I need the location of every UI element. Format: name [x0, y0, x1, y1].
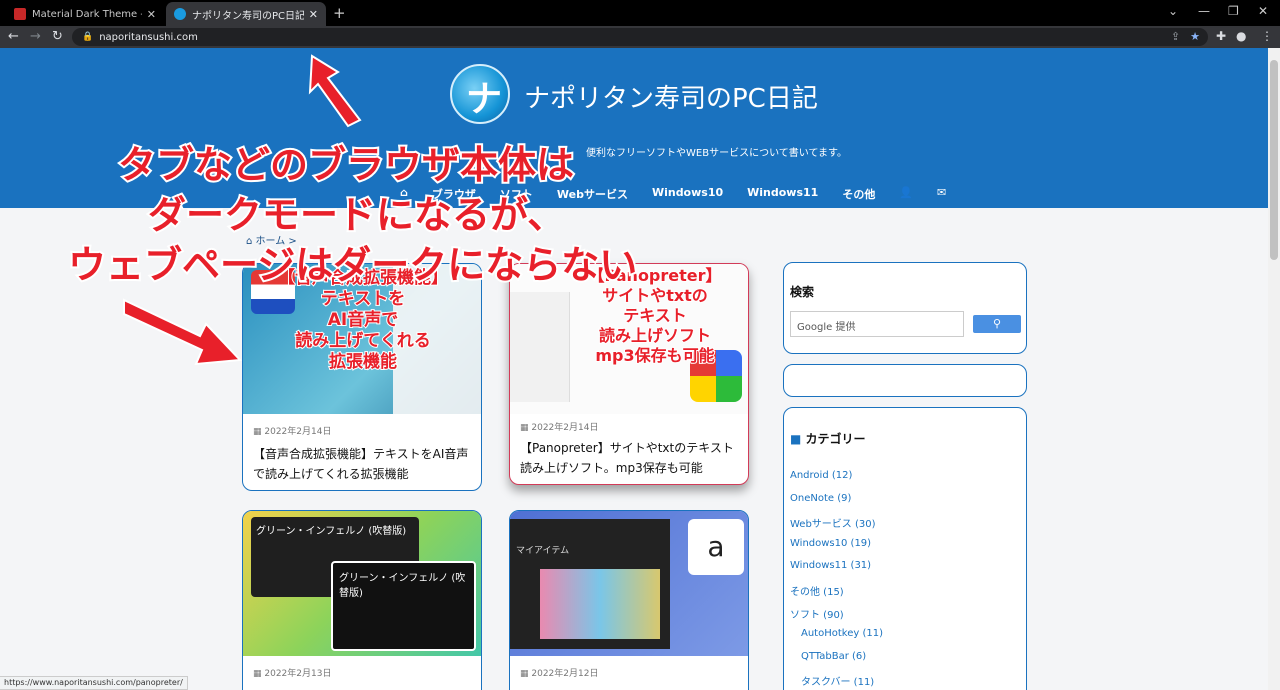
close-window-icon[interactable]: ✕ — [1258, 4, 1268, 18]
tab-material-dark[interactable]: Material Dark Theme - Dark Chro ✕ — [6, 2, 164, 26]
category-widget: ■ カテゴリー Android (12) OneNote (9) Webサービス (… — [783, 407, 1027, 690]
annotation-line-1: タブなどのブラウザ本体は — [116, 141, 576, 189]
search-button[interactable]: ⚲ — [973, 315, 1021, 333]
bookmark-star-icon[interactable]: ★ — [1190, 30, 1200, 43]
overlay-line: AI音声で — [327, 309, 399, 331]
browser-tab-strip: Material Dark Theme - Dark Chro ✕ ナポリタン寿… — [0, 0, 1280, 26]
tab-close-icon[interactable]: ✕ — [309, 8, 318, 21]
annotation-line-2: ダークモードになるが、 — [146, 191, 567, 239]
tab-napori[interactable]: ナポリタン寿司のPC日記 | パソコン初 ✕ — [166, 2, 326, 26]
article-card-3[interactable]: グリーン・インフェルノ (吹替版) グリーン・インフェルノ (吹替版) ▦ 20… — [242, 510, 482, 690]
tab-title: ナポリタン寿司のPC日記 | パソコン初 — [192, 10, 304, 22]
blank-widget — [783, 364, 1027, 397]
overlay-line: サイトやtxtの — [601, 285, 709, 306]
overlay-line: 読み上げソフト — [598, 325, 712, 346]
tab-search-icon[interactable]: ⌄ — [1168, 4, 1178, 18]
forward-icon[interactable]: → — [30, 29, 41, 44]
minimize-icon[interactable]: — — [1198, 4, 1210, 18]
site-logo[interactable]: ナ — [450, 64, 510, 124]
tab-close-icon[interactable]: ✕ — [147, 8, 156, 21]
search-input[interactable]: Google 提供 — [790, 311, 964, 337]
nav-item-other[interactable]: その他 — [842, 186, 875, 202]
extensions-icon[interactable]: ✚ — [1216, 29, 1226, 43]
menu-kebab-icon[interactable]: ⋮ — [1261, 29, 1273, 43]
red-arrow-up-icon — [308, 54, 362, 128]
card-thumbnail[interactable]: グリーン・インフェルノ (吹替版) グリーン・インフェルノ (吹替版) — [243, 511, 481, 656]
restore-icon[interactable]: ❐ — [1228, 4, 1239, 18]
nav-contact-icon[interactable]: ✉ — [937, 186, 946, 202]
back-icon[interactable]: ← — [8, 29, 19, 44]
category-link[interactable]: Windows10 (19) — [790, 538, 871, 549]
overlay-line: 読み上げてくれる — [294, 330, 432, 352]
card-title[interactable]: 【Panopreter】サイトやtxtのテキスト読み上げソフト。mp3保存も可能 — [520, 438, 745, 478]
category-link[interactable]: Webサービス (30) — [790, 515, 876, 530]
nav-profile-icon[interactable]: 👤 — [899, 186, 913, 202]
annotation-line-3: ウェブページはダークにならない — [66, 241, 639, 289]
overlay-line: 拡張機能 — [328, 351, 398, 373]
site-tagline: 便利なフリーソフトやWEBサービスについて書いてます。 — [586, 148, 847, 159]
card-thumbnail[interactable]: マイアイテム a — [510, 511, 748, 656]
tab-title: Material Dark Theme - Dark Chro — [32, 8, 142, 20]
screen-panel-zoom: グリーン・インフェルノ (吹替版) — [331, 561, 476, 651]
article-card-4[interactable]: マイアイテム a ▦ 2022年2月12日 — [509, 510, 749, 690]
category-link[interactable]: ソフト (90) — [790, 606, 844, 621]
page-viewport: ナ ナポリタン寿司のPC日記 便利なフリーソフトやWEBサービスについて書いてま… — [0, 48, 1268, 690]
nav-item-windows11[interactable]: Windows11 — [747, 186, 818, 202]
card-date: ▦ 2022年2月13日 — [253, 669, 332, 679]
card-date: ▦ 2022年2月12日 — [520, 669, 599, 679]
category-link[interactable]: AutoHotkey (11) — [801, 628, 883, 639]
category-link[interactable]: OneNote (9) — [790, 493, 851, 504]
reload-icon[interactable]: ↻ — [52, 29, 63, 44]
new-tab-icon[interactable]: + — [333, 4, 346, 22]
search-widget: 検索 Google 提供 ⚲ — [783, 262, 1027, 354]
article-card-1[interactable]: 【音声合成拡張機能】 テキストを AI音声で 読み上げてくれる 拡張機能 ▦ 2… — [242, 263, 482, 491]
lock-icon: 🔒 — [82, 32, 94, 42]
category-link[interactable]: その他 (15) — [790, 583, 844, 598]
article-card-2[interactable]: 【Panopreter】 サイトやtxtの テキスト 読み上げソフト mp3保存… — [509, 263, 749, 485]
screen-panel: マイアイテム — [510, 519, 670, 649]
share-icon[interactable]: ⇪ — [1171, 30, 1180, 43]
category-link[interactable]: Android (12) — [790, 470, 852, 481]
card-title[interactable]: 【音声合成拡張機能】テキストをAI音声で読み上げてくれる拡張機能 — [253, 444, 478, 484]
scrollbar-thumb[interactable] — [1270, 60, 1278, 260]
card-date: ▦ 2022年2月14日 — [253, 427, 332, 437]
overlay-line: テキスト — [622, 305, 688, 326]
overlay-line: テキストを — [320, 288, 407, 310]
address-text: naporitansushi.com — [99, 31, 198, 43]
overlay-line: mp3保存も可能 — [594, 345, 715, 366]
status-bar-url: https://www.naporitansushi.com/panoprete… — [0, 676, 188, 690]
category-widget-title: ■ カテゴリー — [790, 432, 866, 446]
card-date: ▦ 2022年2月14日 — [520, 423, 599, 433]
category-link[interactable]: タスクバー (11) — [801, 673, 874, 688]
site-title[interactable]: ナポリタン寿司のPC日記 — [524, 78, 818, 115]
nav-item-windows10[interactable]: Windows10 — [652, 186, 723, 202]
category-link[interactable]: Windows11 (31) — [790, 560, 871, 571]
category-link[interactable]: QTTabBar (6) — [801, 651, 866, 662]
browser-toolbar: ← → ↻ 🔒 naporitansushi.com ⇪ ★ ✚ ● ⋮ — [0, 26, 1280, 48]
amazon-logo: a — [688, 519, 744, 575]
page-scrollbar[interactable] — [1268, 48, 1280, 690]
address-bar[interactable]: 🔒 naporitansushi.com ⇪ ★ — [72, 28, 1208, 46]
search-widget-title: 検索 — [790, 285, 815, 299]
folder-icon: ■ — [790, 432, 802, 446]
tab-favicon-icon — [174, 8, 186, 20]
red-arrow-right-icon — [123, 298, 243, 366]
profile-avatar-icon[interactable]: ● — [1236, 29, 1246, 43]
tab-favicon-icon — [14, 8, 26, 20]
